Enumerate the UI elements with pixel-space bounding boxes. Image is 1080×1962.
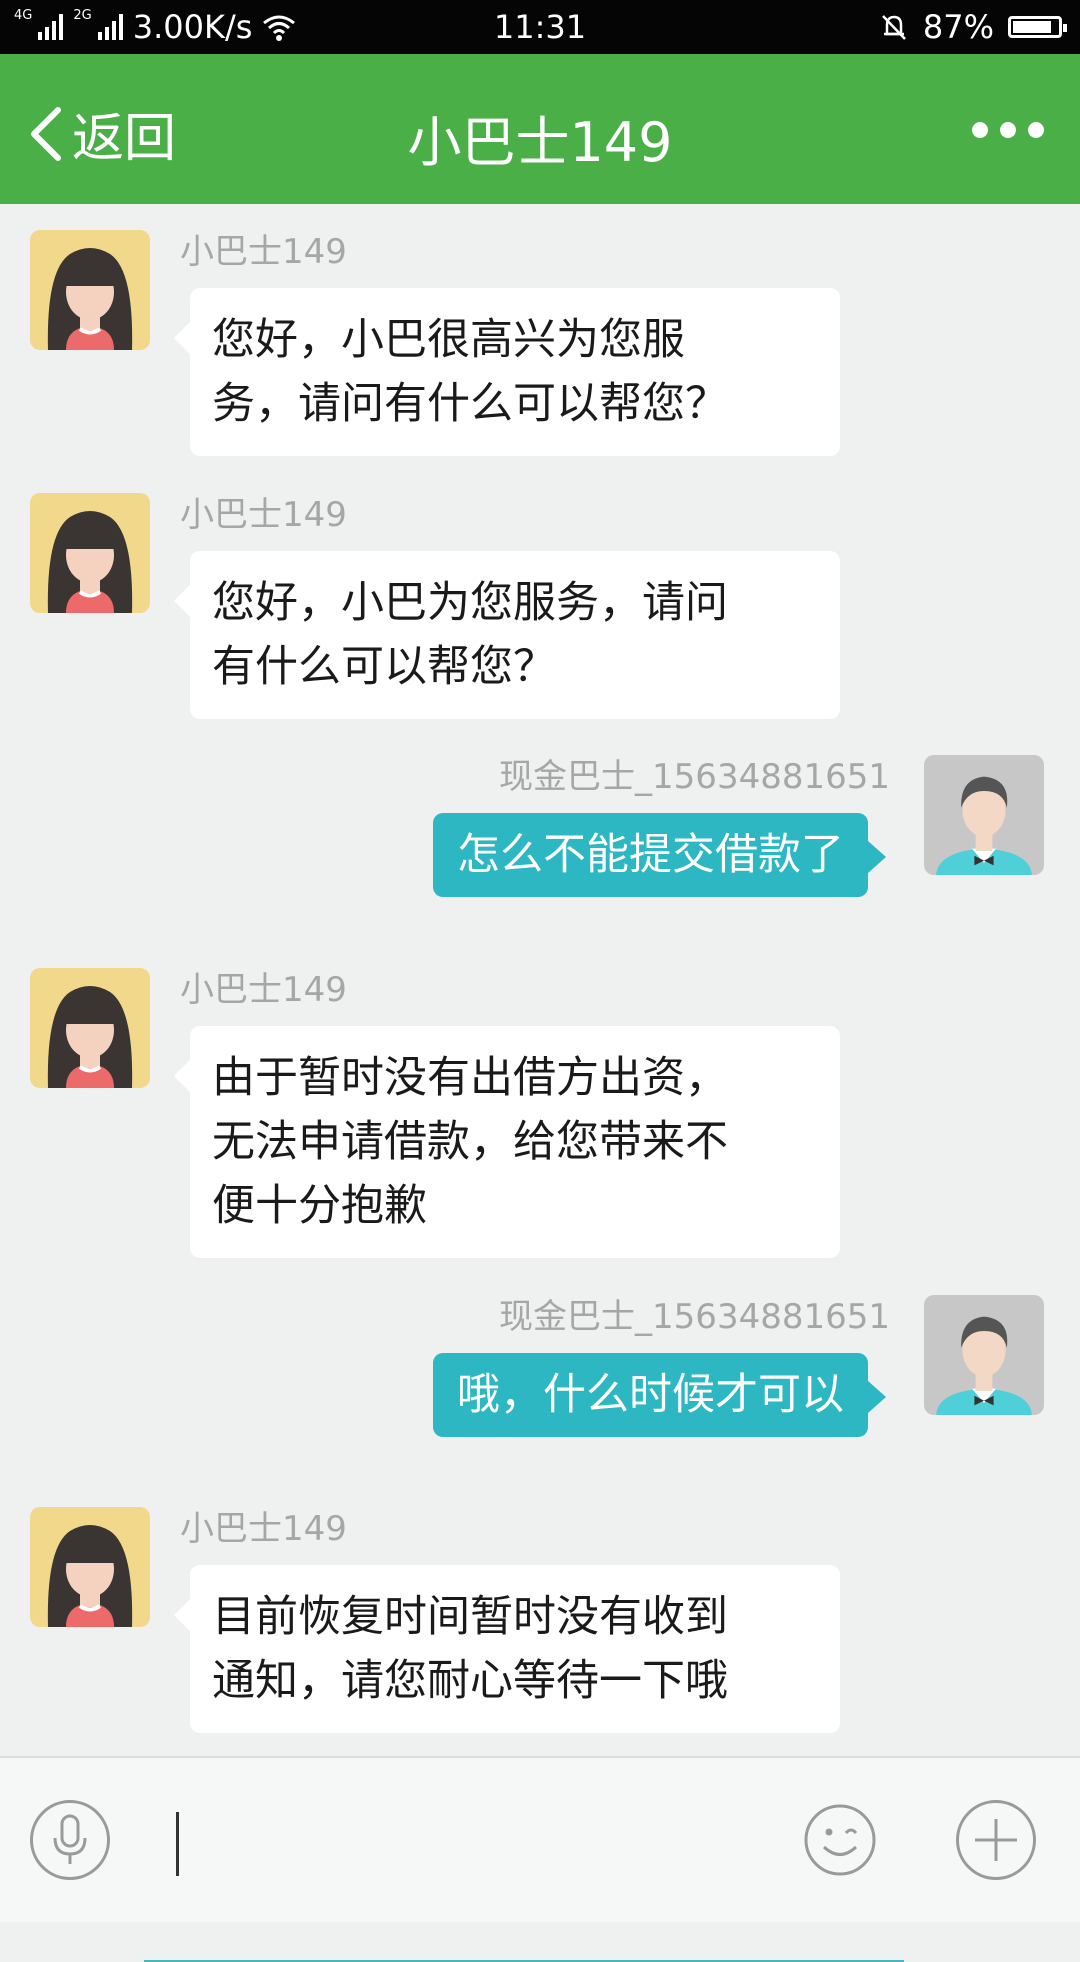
message-line: 便十分抱歉 bbox=[212, 1181, 427, 1231]
sender-name: 小巴士149 bbox=[180, 495, 347, 535]
sender-name: 小巴士149 bbox=[180, 232, 347, 272]
message-bubble[interactable]: 怎么不能提交借款了 bbox=[433, 813, 886, 897]
message-bubble[interactable]: 哦，什么时候才可以 bbox=[433, 1353, 886, 1437]
message-line: 您好，小巴为您服务，请问 bbox=[212, 578, 728, 628]
battery-icon bbox=[1008, 16, 1067, 38]
sender-name: 小巴士149 bbox=[180, 970, 347, 1010]
message-line: 目前恢复时间暂时没有收到 bbox=[212, 1592, 728, 1642]
emoji-button[interactable] bbox=[800, 1800, 880, 1880]
message-line: 哦，什么时候才可以 bbox=[457, 1370, 844, 1420]
user-avatar[interactable] bbox=[924, 755, 1044, 875]
sender-name: 现金巴士_15634881651 bbox=[499, 757, 890, 797]
status-bar: 4G 2G 3.00K/s 11:31 87% bbox=[0, 0, 1080, 54]
message-bubble[interactable]: 由于暂时没有出借方出资， 无法申请借款，给您带来不 便十分抱歉 bbox=[174, 1026, 840, 1258]
message-line: 务，请问有什么可以帮您？ bbox=[212, 379, 728, 429]
agent-avatar[interactable] bbox=[30, 968, 150, 1088]
battery-percent: 87% bbox=[922, 8, 994, 46]
plus-icon bbox=[975, 1819, 1017, 1861]
sender-name: 小巴士149 bbox=[180, 1509, 347, 1549]
input-bar bbox=[0, 1756, 1080, 1962]
status-right: 87% bbox=[879, 8, 1067, 46]
message-input[interactable] bbox=[144, 1808, 904, 1962]
message-bubble[interactable]: 您好，小巴为您服务，请问 有什么可以帮您？ bbox=[174, 551, 840, 719]
text-caret bbox=[176, 1812, 179, 1876]
message-line: 您好，小巴很高兴为您服 bbox=[212, 315, 685, 365]
page-title: 小巴士149 bbox=[407, 111, 673, 174]
emoji-icon bbox=[804, 1804, 876, 1876]
message-bubble[interactable]: 您好，小巴很高兴为您服 务，请问有什么可以帮您？ bbox=[174, 288, 840, 456]
agent-avatar[interactable] bbox=[30, 230, 150, 350]
app-header: 返回 小巴士149 bbox=[0, 54, 1080, 204]
user-avatar[interactable] bbox=[924, 1295, 1044, 1415]
message-bubble[interactable]: 目前恢复时间暂时没有收到 通知，请您耐心等待一下哦 bbox=[174, 1565, 840, 1733]
message-line: 无法申请借款，给您带来不 bbox=[212, 1117, 728, 1167]
message-line: 由于暂时没有出借方出资， bbox=[212, 1053, 728, 1103]
message-line: 怎么不能提交借款了 bbox=[457, 830, 844, 880]
message-line: 有什么可以帮您？ bbox=[212, 642, 556, 692]
message-line: 通知，请您耐心等待一下哦 bbox=[212, 1656, 728, 1706]
agent-avatar[interactable] bbox=[30, 493, 150, 613]
agent-avatar[interactable] bbox=[30, 1507, 150, 1627]
more-dots-icon[interactable] bbox=[972, 122, 1044, 138]
microphone-icon bbox=[53, 1814, 87, 1864]
plus-button[interactable] bbox=[956, 1800, 1036, 1880]
silent-bell-icon bbox=[881, 15, 906, 40]
voice-button[interactable] bbox=[30, 1800, 110, 1880]
sender-name: 现金巴士_15634881651 bbox=[499, 1297, 890, 1337]
